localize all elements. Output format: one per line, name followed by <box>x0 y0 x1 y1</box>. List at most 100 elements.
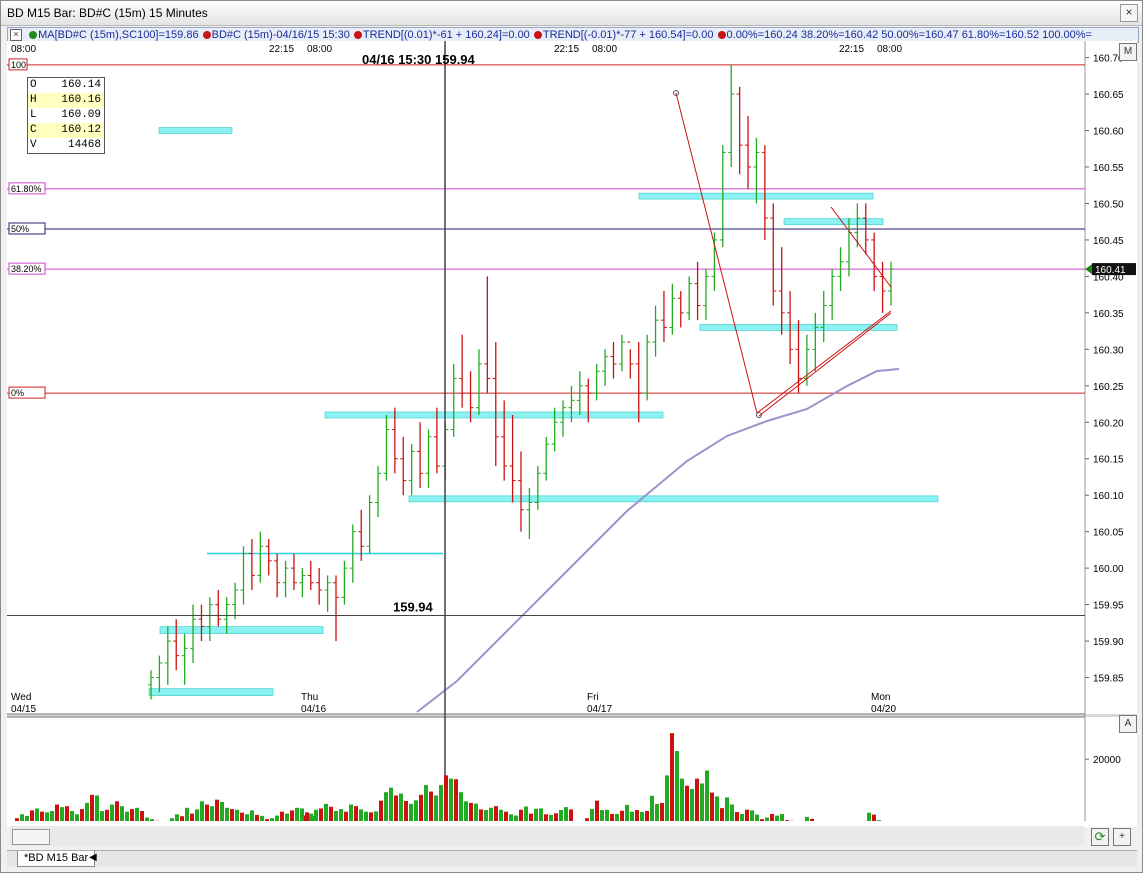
top-time-label: 08:00 <box>307 44 332 55</box>
study-label[interactable]: BD#C (15m)-04/16/15 15:30 <box>212 29 353 41</box>
volume-bar <box>464 801 468 824</box>
volume-bar <box>324 803 328 824</box>
volume-bar <box>429 791 433 824</box>
volume-tick-label: 20000 <box>1093 755 1121 766</box>
volume-bar <box>439 785 443 824</box>
price-tick-label: 160.35 <box>1093 309 1124 320</box>
volume-bar <box>404 800 408 824</box>
volume-bar <box>409 803 413 824</box>
price-tick-label: 159.85 <box>1093 674 1124 685</box>
volume-bar <box>200 801 204 824</box>
volume-bar <box>715 796 719 824</box>
title-bar: BD M15 Bar: BD#C (15m) 15 Minutes × <box>1 1 1142 26</box>
fib-level-label: 100 <box>11 60 26 70</box>
day-label: Thu <box>301 692 318 703</box>
price-tick-label: 160.05 <box>1093 528 1124 539</box>
chart-window: BD M15 Bar: BD#C (15m) 15 Minutes × × MA… <box>0 0 1143 873</box>
m-button[interactable]: M <box>1119 43 1137 61</box>
price-tick-label: 160.10 <box>1093 491 1124 502</box>
study-label[interactable]: TREND[(0.01)*-61 + 160.24]=0.00 <box>363 29 533 41</box>
study-dot-icon[interactable] <box>202 31 211 39</box>
volume-bar <box>379 800 383 824</box>
volume-bar <box>384 792 388 824</box>
ohlc-row-high: H 160.16 <box>28 93 104 108</box>
day-label: Mon <box>871 692 890 703</box>
volume-bar <box>469 802 473 824</box>
volume-bar <box>215 799 219 824</box>
volume-bar <box>690 788 694 824</box>
volume-bar <box>459 792 463 824</box>
date-label: 04/20 <box>871 704 896 715</box>
study-dot-icon[interactable] <box>29 31 38 39</box>
top-time-label: 08:00 <box>11 44 36 55</box>
demand-zone <box>783 218 884 226</box>
study-dot-icon[interactable] <box>353 31 362 39</box>
price-tick-label: 160.20 <box>1093 418 1124 429</box>
study-label[interactable]: TREND[(-0.01)*-77 + 160.54]=0.00 <box>543 29 717 41</box>
study-dot-icon[interactable] <box>717 31 726 39</box>
horizontal-scrollbar[interactable] <box>10 826 1084 846</box>
price-tick-label: 160.30 <box>1093 345 1124 356</box>
fib-level-label: 61.80% <box>11 184 42 194</box>
tab-scroll-left-icon[interactable]: ◀ <box>89 852 97 863</box>
demand-zone <box>148 688 274 696</box>
volume-bar <box>665 775 669 824</box>
price-tick-label: 160.15 <box>1093 455 1124 466</box>
ohlc-row-volume: V 14468 <box>30 139 101 151</box>
zoom-in-button[interactable]: + <box>1113 828 1131 846</box>
refresh-icon[interactable]: ⟳ <box>1091 828 1109 846</box>
ohlc-row-close: C 160.12 <box>28 123 104 138</box>
window-title: BD M15 Bar: BD#C (15m) 15 Minutes <box>7 6 208 20</box>
volume-bar <box>414 800 418 824</box>
price-tick-label: 160.45 <box>1093 236 1124 247</box>
tab-bar: *BD M15 Bar ◀ <box>7 850 1137 867</box>
volume-bar <box>675 751 679 824</box>
volume-bar <box>220 801 224 824</box>
volume-bar <box>595 800 599 824</box>
top-time-label: 22:15 <box>839 44 864 55</box>
date-label: 04/16 <box>301 704 326 715</box>
volume-bar <box>95 795 99 824</box>
volume-bar <box>725 797 729 824</box>
close-button[interactable]: × <box>1120 4 1138 22</box>
volume-bar <box>454 779 458 824</box>
study-dot-icon[interactable] <box>533 31 542 39</box>
study-label[interactable]: MA[BD#C (15m),SC100]=159.86 <box>38 29 202 41</box>
volume-bar <box>434 795 438 824</box>
volume-bar <box>394 795 398 824</box>
cursor-label: 04/16 15:30 159.94 <box>362 52 476 67</box>
price-tick-label: 160.60 <box>1093 127 1124 138</box>
date-label: 04/17 <box>587 704 612 715</box>
cursor-price-label: 159.94 <box>393 600 434 615</box>
volume-bar <box>424 785 428 824</box>
studies-close-icon[interactable]: × <box>10 29 22 41</box>
price-chart[interactable]: 159.85 159.90 159.95 160.00 160.05 160.10 160.… <box>7 41 1137 827</box>
top-time-label: 08:00 <box>592 44 617 55</box>
ohlc-box: O 160.14 H 160.16 L 160.09 C 160.12 V 14468 <box>27 77 105 154</box>
volume-bar <box>444 775 448 824</box>
tab-bd-m15-bar[interactable]: *BD M15 Bar <box>17 851 96 867</box>
demand-zone <box>408 495 939 503</box>
volume-bar <box>705 770 709 824</box>
volume-bar <box>685 785 689 824</box>
volume-bar <box>389 787 393 824</box>
volume-bar <box>399 793 403 824</box>
volume-bar <box>670 733 674 824</box>
volume-bar <box>650 795 654 824</box>
price-tick-label: 160.50 <box>1093 199 1124 210</box>
volume-bar <box>419 794 423 824</box>
studies-list: MA[BD#C (15m),SC100]=159.86 BD#C (15m)-0… <box>28 29 1092 41</box>
a-button[interactable]: A <box>1119 715 1137 733</box>
top-time-label: 22:15 <box>269 44 294 55</box>
volume-bar <box>655 803 659 824</box>
study-label[interactable]: 0.00%=160.24 38.20%=160.42 50.00%=160.47… <box>727 29 1092 41</box>
volume-bar <box>474 803 478 824</box>
ohlc-row-low: L 160.09 <box>30 109 101 121</box>
scrollbar-thumb[interactable] <box>12 829 50 845</box>
volume-bar <box>115 801 119 824</box>
volume-bar <box>680 778 684 824</box>
fib-level-label: 0% <box>11 388 24 398</box>
price-tick-label: 160.00 <box>1093 564 1124 575</box>
volume-bar <box>85 802 89 824</box>
day-label: Wed <box>11 692 31 703</box>
